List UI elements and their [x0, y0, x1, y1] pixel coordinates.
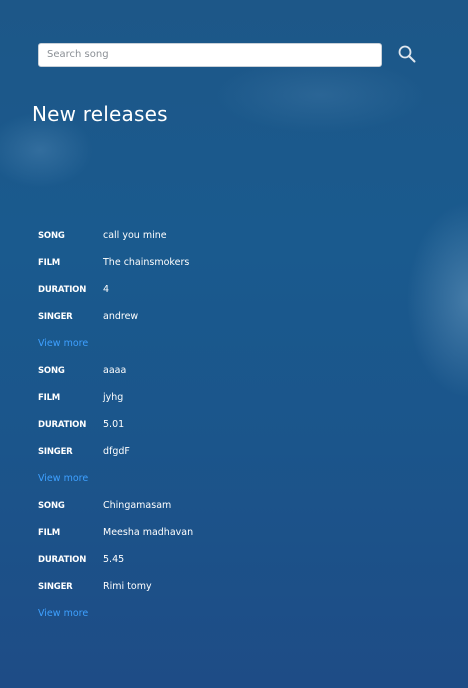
release-card: SONG call you mine FILM The chainsmokers… — [38, 222, 438, 357]
film-label: FILM — [38, 392, 61, 403]
film-label: FILM — [38, 257, 61, 268]
song-row: SONG call you mine — [38, 222, 438, 249]
duration-row: DURATION 5.01 — [38, 411, 438, 438]
film-value: jyhg — [103, 392, 124, 403]
search-icon — [398, 45, 416, 63]
song-value: Chingamasam — [103, 500, 172, 511]
view-more-link[interactable]: View more — [38, 608, 88, 619]
song-value: aaaa — [103, 365, 127, 376]
song-label: SONG — [38, 365, 65, 376]
view-more-row: View more — [38, 600, 438, 627]
song-label: SONG — [38, 230, 65, 241]
singer-label: SINGER — [38, 581, 73, 592]
singer-row: SINGER dfgdF — [38, 438, 438, 465]
duration-row: DURATION 5.45 — [38, 546, 438, 573]
release-card: SONG aaaa FILM jyhg DURATION 5.01 SINGER… — [38, 357, 438, 492]
singer-row: SINGER andrew — [38, 303, 438, 330]
film-value: Meesha madhavan — [103, 527, 194, 538]
page-title: New releases — [32, 102, 168, 126]
film-row: FILM Meesha madhavan — [38, 519, 438, 546]
singer-value: Rimi tomy — [103, 581, 152, 592]
duration-label: DURATION — [38, 419, 87, 430]
view-more-row: View more — [38, 330, 438, 357]
singer-label: SINGER — [38, 311, 73, 322]
song-row: SONG aaaa — [38, 357, 438, 384]
duration-value: 5.01 — [103, 419, 125, 430]
film-value: The chainsmokers — [103, 257, 190, 268]
film-label: FILM — [38, 527, 61, 538]
duration-label: DURATION — [38, 554, 87, 565]
search-button[interactable] — [396, 43, 418, 65]
view-more-link[interactable]: View more — [38, 338, 88, 349]
search-bar — [38, 42, 382, 67]
song-label: SONG — [38, 500, 65, 511]
duration-label: DURATION — [38, 284, 87, 295]
song-value: call you mine — [103, 230, 167, 241]
film-row: FILM The chainsmokers — [38, 249, 438, 276]
search-input[interactable] — [38, 42, 382, 67]
singer-label: SINGER — [38, 446, 73, 457]
duration-value: 4 — [103, 284, 110, 295]
release-list: SONG call you mine FILM The chainsmokers… — [38, 222, 438, 627]
duration-row: DURATION 4 — [38, 276, 438, 303]
release-card: SONG Chingamasam FILM Meesha madhavan DU… — [38, 492, 438, 627]
singer-value: dfgdF — [103, 446, 130, 457]
singer-row: SINGER Rimi tomy — [38, 573, 438, 600]
singer-value: andrew — [103, 311, 139, 322]
view-more-row: View more — [38, 465, 438, 492]
duration-value: 5.45 — [103, 554, 125, 565]
view-more-link[interactable]: View more — [38, 473, 88, 484]
film-row: FILM jyhg — [38, 384, 438, 411]
song-row: SONG Chingamasam — [38, 492, 438, 519]
